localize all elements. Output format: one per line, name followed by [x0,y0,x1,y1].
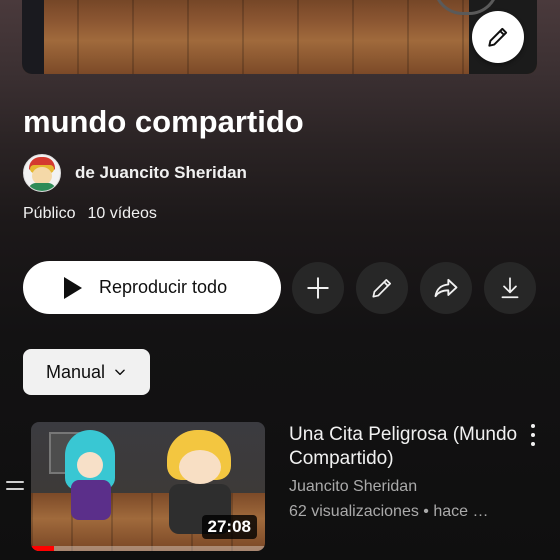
playlist-meta: Público 10 vídeos [23,205,157,223]
video-title[interactable]: Una Cita Peligrosa (Mundo Compartido) [289,423,519,471]
edit-button[interactable] [356,262,408,314]
pencil-icon [372,279,391,298]
watch-progress-fill [31,546,55,551]
play-icon [64,276,82,299]
add-icon [307,277,329,299]
owner-name[interactable]: de Juancito Sheridan [75,163,247,183]
chevron-down-icon [115,369,125,376]
watch-progress [31,546,265,551]
video-count: 10 vídeos [87,205,157,222]
video-channel[interactable]: Juancito Sheridan [289,478,417,496]
more-options-icon[interactable] [528,424,538,446]
sort-label: Manual [45,361,106,382]
visibility-label: Público [23,205,76,222]
cover-edge [22,0,44,74]
playlist-title: mundo compartido [23,104,304,139]
download-button[interactable] [484,262,536,314]
download-icon [501,277,519,299]
share-icon [434,278,458,298]
edit-icon [488,27,508,47]
add-button[interactable] [292,262,344,314]
share-button[interactable] [420,262,472,314]
play-all-button[interactable]: Reproducir todo [23,261,281,314]
playlist-cover[interactable] [22,0,537,74]
owner-row[interactable]: de Juancito Sheridan [23,154,247,192]
edit-cover-button[interactable] [472,11,524,63]
video-stats: 62 visualizaciones • hace … [289,503,489,520]
video-thumbnail[interactable]: 27:08 [31,422,265,551]
drag-handle-icon[interactable] [6,481,24,493]
play-all-label: Reproducir todo [99,277,228,297]
sort-chip[interactable]: Manual [23,349,150,395]
avatar[interactable] [23,154,61,192]
video-duration: 27:08 [201,515,257,539]
